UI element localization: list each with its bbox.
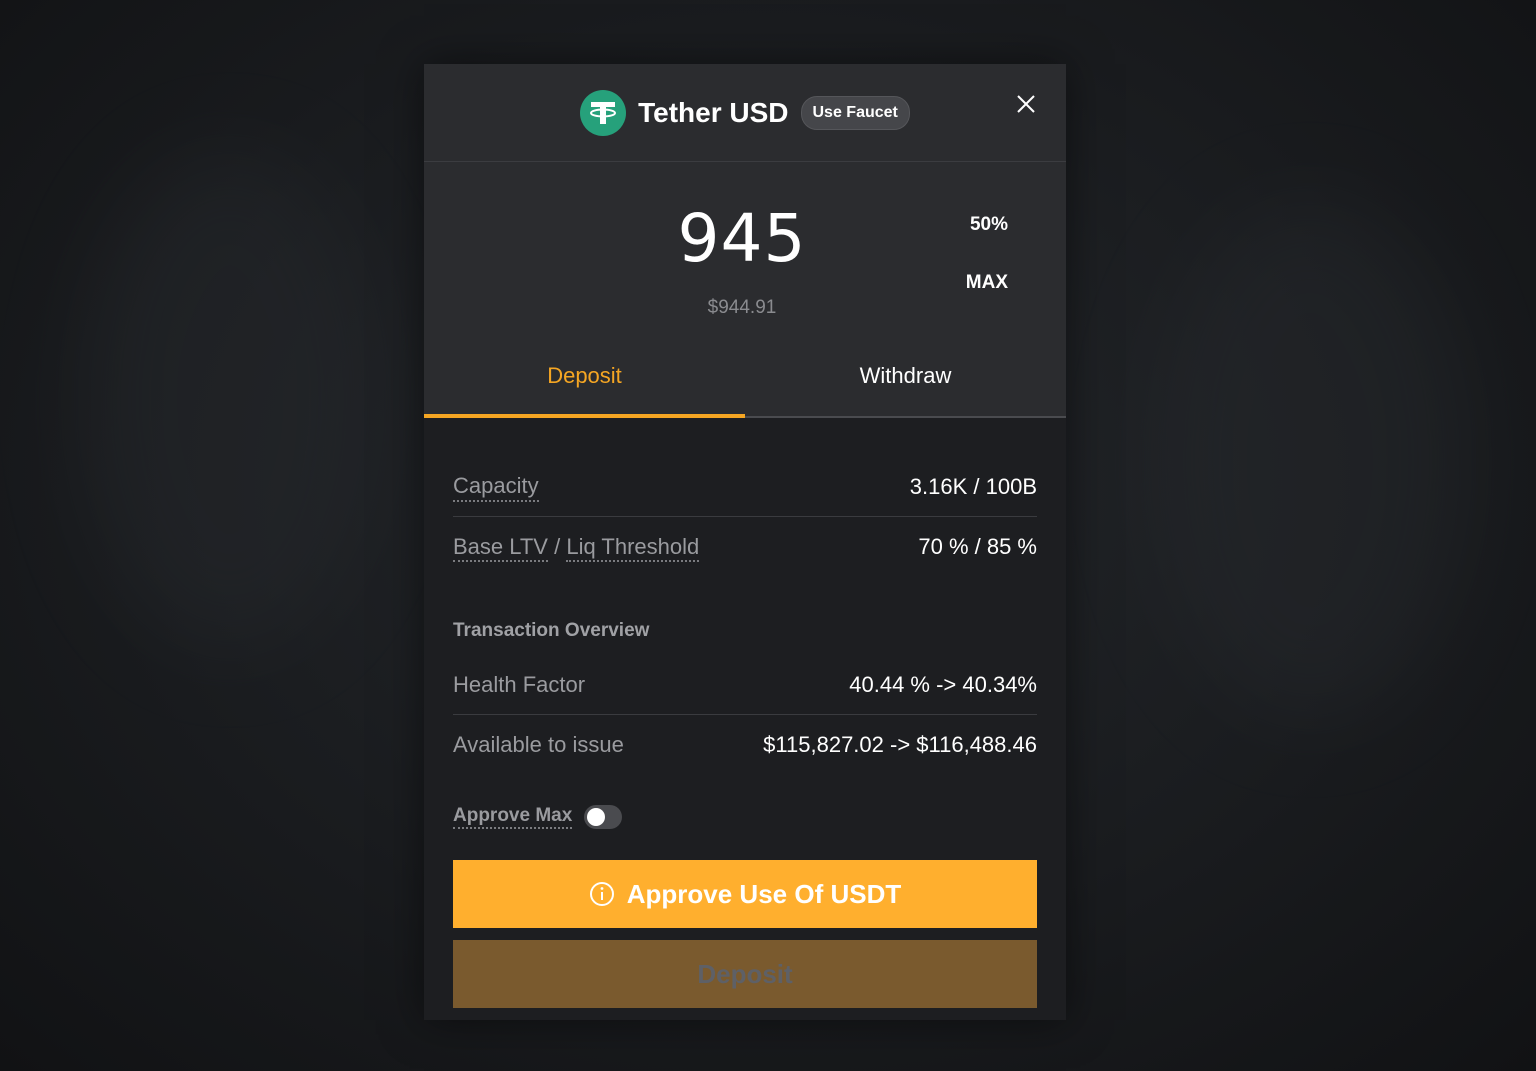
tab-withdraw[interactable]: Withdraw	[745, 336, 1066, 416]
capacity-value: 3.16K / 100B	[909, 474, 1037, 499]
approve-usdt-button[interactable]: Approve Use Of USDT	[453, 860, 1037, 928]
modal-body: Capacity 3.16K / 100B Base LTV / Liq Thr…	[424, 418, 1066, 1008]
approve-max-control: Approve Max	[453, 802, 1037, 832]
health-factor-value: 40.44 % -> 40.34%	[849, 672, 1037, 697]
max-amount-button[interactable]: MAX	[966, 272, 1008, 294]
available-to-issue-row: Available to issue $115,827.02 -> $116,4…	[453, 715, 1037, 774]
tab-deposit[interactable]: Deposit	[424, 336, 745, 418]
supply-modal: Tether USD Use Faucet 945 $944.91 50% MA…	[424, 64, 1066, 1020]
base-ltv-label[interactable]: Base LTV	[453, 533, 548, 562]
liq-threshold-label[interactable]: Liq Threshold	[566, 533, 700, 562]
token-name: Tether USD	[638, 96, 789, 128]
approve-max-label[interactable]: Approve Max	[453, 805, 573, 829]
use-faucet-button[interactable]: Use Faucet	[800, 95, 910, 130]
backdrop-blur	[80, 150, 380, 650]
ltv-row: Base LTV / Liq Threshold 70 % / 85 %	[453, 517, 1037, 576]
amount-usd-value: $944.91	[707, 297, 777, 318]
ltv-labels: Base LTV / Liq Threshold	[453, 533, 700, 562]
health-factor-label: Health Factor	[453, 672, 586, 697]
info-icon	[589, 882, 614, 906]
ltv-separator: /	[547, 533, 567, 559]
transaction-overview-title: Transaction Overview	[453, 620, 650, 641]
capacity-label[interactable]: Capacity	[453, 473, 539, 502]
backdrop-blur	[1150, 200, 1470, 720]
capacity-row: Capacity 3.16K / 100B	[453, 458, 1037, 517]
half-amount-button[interactable]: 50%	[970, 214, 1008, 236]
amount-input[interactable]: 945	[424, 200, 1060, 277]
modal-header: Tether USD Use Faucet	[424, 64, 1066, 162]
tether-logo-icon	[580, 89, 627, 136]
deposit-button[interactable]: Deposit	[453, 940, 1037, 1008]
health-factor-row: Health Factor 40.44 % -> 40.34%	[453, 656, 1037, 715]
ltv-value: 70 % / 85 %	[918, 533, 1037, 559]
approve-max-toggle[interactable]	[584, 805, 623, 829]
available-to-issue-value: $115,827.02 -> $116,488.46	[763, 731, 1037, 757]
amount-input-area[interactable]: 945 $944.91 50% MAX	[424, 162, 1066, 336]
close-icon[interactable]	[1014, 92, 1038, 116]
available-to-issue-label: Available to issue	[453, 731, 624, 757]
action-tabs: Deposit Withdraw	[424, 336, 1066, 418]
approve-usdt-label: Approve Use Of USDT	[626, 878, 902, 909]
